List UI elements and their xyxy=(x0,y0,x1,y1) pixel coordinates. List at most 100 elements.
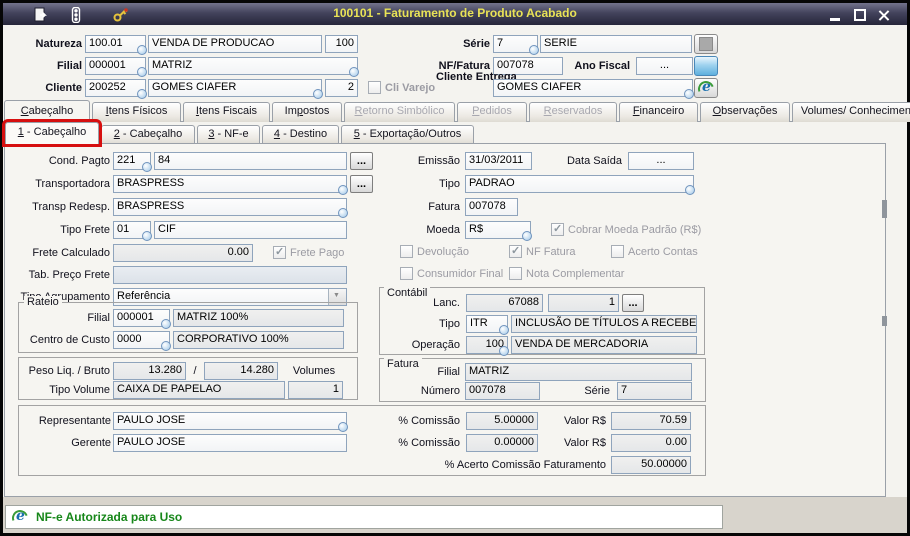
subtab-2-cabecalho[interactable]: 2 - Cabeçalho xyxy=(101,125,195,144)
minimize-icon[interactable] xyxy=(827,9,845,22)
operacao-code-field[interactable]: 100 xyxy=(466,336,508,354)
scrollbar-thumb[interactable] xyxy=(882,200,887,218)
serie-code-field[interactable]: 7 xyxy=(493,35,538,53)
devolucao-checkbox[interactable] xyxy=(400,245,413,258)
centro-custo-code-field[interactable]: 0000 xyxy=(113,331,170,349)
peso-separator: / xyxy=(189,362,201,380)
nfe-icon xyxy=(12,509,28,525)
emissao-label: Emissão xyxy=(360,152,460,170)
moeda-field[interactable]: R$ xyxy=(465,221,531,239)
titlebar: 100101 - Faturamento de Produto Acabado xyxy=(3,3,907,25)
comissao2-valor-label: Valor R$ xyxy=(536,434,606,452)
fatura-numero-field[interactable]: 007078 xyxy=(465,382,540,400)
filial-name-field[interactable]: MATRIZ xyxy=(148,57,358,75)
gerente-field[interactable]: PAULO JOSE xyxy=(113,434,347,452)
comissao1-valor-field[interactable]: 70.59 xyxy=(611,412,691,430)
comissao1-label: % Comissão xyxy=(380,412,460,430)
subtab-5-exportacao[interactable]: 5 - Exportação/Outros xyxy=(341,125,474,144)
nota-complementar-checkbox[interactable] xyxy=(509,267,522,280)
data-saida-field[interactable]: ... xyxy=(628,152,694,170)
lanc-seq-field[interactable]: 1 xyxy=(548,294,619,312)
tab-volumes-conhecimento[interactable]: Volumes/ Conhecimento xyxy=(792,102,910,122)
contabil-tipo-desc-field[interactable]: INCLUSÃO DE TÍTULOS A RECEBER xyxy=(511,315,697,333)
fatura-field[interactable]: 007078 xyxy=(465,198,518,216)
operacao-desc-field[interactable]: VENDA DE MERCADORIA xyxy=(511,336,697,354)
natureza-num-field[interactable]: 100 xyxy=(325,35,358,53)
lanc-num-field[interactable]: 67088 xyxy=(466,294,543,312)
serie-name-field[interactable]: SERIE xyxy=(540,35,692,53)
lookup-icon xyxy=(338,185,348,195)
tipo-volume-label: Tipo Volume xyxy=(24,381,110,399)
tipo-volume-field[interactable]: CAIXA DE PAPELAO xyxy=(113,381,285,399)
sub-tabstrip: 1 - Cabeçalho2 - Cabeçalho3 - NF-e4 - De… xyxy=(5,122,476,144)
tipo-frete-desc-field[interactable]: CIF xyxy=(154,221,347,239)
frete-calculado-field[interactable]: 0.00 xyxy=(113,244,253,262)
cliente-entrega-field[interactable]: GOMES CIAFER xyxy=(493,79,693,97)
frete-pago-checkbox[interactable] xyxy=(273,246,286,259)
comissao1-pct-field[interactable]: 5.00000 xyxy=(466,412,538,430)
tab-financeiro[interactable]: Financeiro xyxy=(619,102,698,122)
serie-extra-button[interactable] xyxy=(694,34,718,54)
natureza-label: Natureza xyxy=(0,35,82,53)
cliente-code-field[interactable]: 200252 xyxy=(85,79,146,97)
rateio-filial-code-field[interactable]: 000001 xyxy=(113,309,170,327)
comissao2-valor-field[interactable]: 0.00 xyxy=(611,434,691,452)
emissao-field[interactable]: 31/03/2011 xyxy=(465,152,532,170)
comissao1-valor-label: Valor R$ xyxy=(536,412,606,430)
lookup-icon xyxy=(161,341,171,351)
window-title: 100101 - Faturamento de Produto Acabado xyxy=(3,6,907,20)
transp-redesp-field[interactable]: BRASPRESS xyxy=(113,198,347,216)
volumes-field[interactable]: 1 xyxy=(288,381,343,399)
tab-reservados: Reservados xyxy=(529,102,617,122)
acerto-comissao-field[interactable]: 50.00000 xyxy=(611,456,691,474)
gray-square-icon xyxy=(699,37,713,51)
ano-fiscal-field[interactable]: ... xyxy=(636,57,693,75)
lookup-icon xyxy=(142,162,152,172)
tab-itens-fiscais[interactable]: Itens Fiscais xyxy=(183,102,270,122)
lookup-icon xyxy=(338,422,348,432)
cliente-num-field[interactable]: 2 xyxy=(325,79,358,97)
natureza-code-field[interactable]: 100.01 xyxy=(85,35,146,53)
representante-field[interactable]: PAULO JOSE xyxy=(113,412,347,430)
close-icon[interactable] xyxy=(875,9,893,22)
subtab-4-destino[interactable]: 4 - Destino xyxy=(262,125,339,144)
centro-custo-desc-field[interactable]: CORPORATIVO 100% xyxy=(173,331,344,349)
fatura-serie-field[interactable]: 7 xyxy=(617,382,692,400)
nfe-icon xyxy=(698,80,714,96)
comissao2-pct-field[interactable]: 0.00000 xyxy=(466,434,538,452)
cli-varejo-checkbox[interactable] xyxy=(368,81,381,94)
ano-fiscal-button[interactable] xyxy=(694,56,718,76)
nf-fatura-checkbox[interactable] xyxy=(509,245,522,258)
tab-preco-frete-field[interactable] xyxy=(113,266,347,284)
nfe-button[interactable] xyxy=(694,78,718,98)
natureza-name-field[interactable]: VENDA DE PRODUCAO xyxy=(148,35,322,53)
tab-cabecalho[interactable]: Cabeçalho xyxy=(4,100,90,122)
consumidor-final-checkbox[interactable] xyxy=(400,267,413,280)
subtab-3-nfe[interactable]: 3 - NF-e xyxy=(197,125,260,144)
tipo-field[interactable]: PADRAO xyxy=(465,175,694,193)
subtab-1-cabecalho[interactable]: 1 - Cabeçalho xyxy=(5,122,99,144)
acerto-contas-label: Acerto Contas xyxy=(628,243,698,261)
tipo-frete-code-field[interactable]: 01 xyxy=(113,221,151,239)
filial-code-field[interactable]: 000001 xyxy=(85,57,146,75)
cond-pagto-label: Cond. Pagto xyxy=(10,152,110,170)
acerto-contas-checkbox[interactable] xyxy=(611,245,624,258)
tab-itens-fisicos[interactable]: Itens Físicos xyxy=(92,102,181,122)
maximize-icon[interactable] xyxy=(851,9,869,22)
peso-liquido-field[interactable]: 13.280 xyxy=(113,362,186,380)
cond-pagto-code-field[interactable]: 221 xyxy=(113,152,151,170)
tab-observacoes[interactable]: Observações xyxy=(700,102,790,122)
rateio-filial-desc-field[interactable]: MATRIZ 100% xyxy=(173,309,344,327)
peso-bruto-field[interactable]: 14.280 xyxy=(204,362,278,380)
cobrar-moeda-checkbox[interactable] xyxy=(551,223,564,236)
data-saida-label: Data Saída xyxy=(540,152,622,170)
cond-pagto-desc-field[interactable]: 84 xyxy=(154,152,347,170)
contabil-tipo-code-field[interactable]: ITR xyxy=(466,315,508,333)
tab-impostos[interactable]: Impostos xyxy=(272,102,342,122)
fatura-filial-field[interactable]: MATRIZ xyxy=(465,363,692,381)
cliente-name-field[interactable]: GOMES CIAFER xyxy=(148,79,322,97)
transportadora-field[interactable]: BRASPRESS xyxy=(113,175,347,193)
fatura-numero-label: Número xyxy=(380,382,460,400)
lanc-more-button[interactable]: ... xyxy=(622,294,644,312)
serie-label: Série xyxy=(410,35,490,53)
